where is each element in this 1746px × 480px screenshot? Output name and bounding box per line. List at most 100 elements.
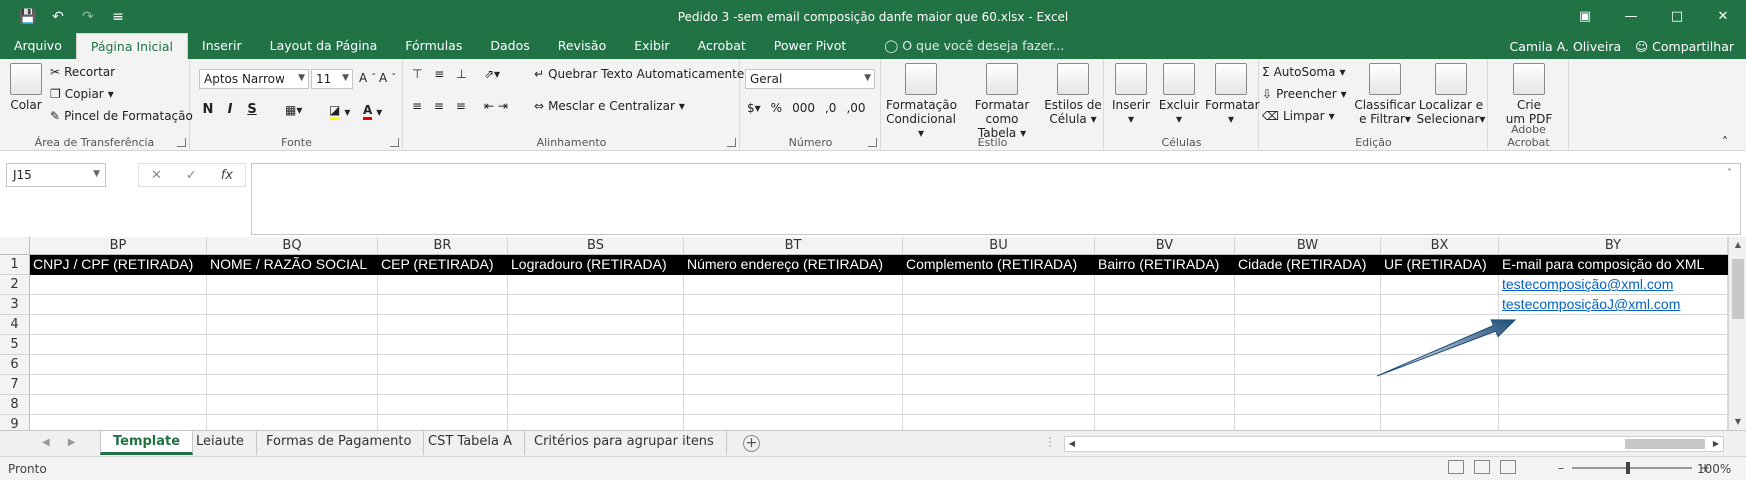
column-header-bs[interactable]: BS: [508, 237, 684, 255]
vertical-align-icons[interactable]: ⊤ ≡ ⊥: [412, 67, 471, 81]
cell-bu4[interactable]: [903, 315, 1095, 335]
column-header-bu[interactable]: BU: [903, 237, 1095, 255]
tab-revisao[interactable]: Revisão: [544, 33, 621, 59]
cell-bu8[interactable]: [903, 395, 1095, 415]
cell-bv8[interactable]: [1095, 395, 1235, 415]
cell-bs4[interactable]: [508, 315, 684, 335]
increase-decimal-icon[interactable]: ,0: [825, 101, 836, 115]
cell-br6[interactable]: [378, 355, 508, 375]
user-name[interactable]: Camila A. Oliveira: [1510, 39, 1622, 54]
font-size-combo[interactable]: 11 ▼: [311, 69, 353, 89]
grow-font-icon[interactable]: Aˆ: [359, 71, 376, 85]
column-header-bx[interactable]: BX: [1381, 237, 1499, 255]
row-header-7[interactable]: 7: [0, 375, 30, 395]
cell-bs7[interactable]: [508, 375, 684, 395]
cell-bt4[interactable]: [684, 315, 903, 335]
cell-bw5[interactable]: [1235, 335, 1381, 355]
cell-bv1[interactable]: Bairro (RETIRADA): [1095, 255, 1235, 275]
fill-button[interactable]: ⇩ Preencher ▾: [1262, 87, 1347, 101]
delete-cells-button[interactable]: Excluir ▾: [1157, 63, 1201, 126]
minimize-icon[interactable]: —: [1608, 0, 1654, 33]
dialog-launcher-icon[interactable]: [177, 138, 186, 147]
cell-by8[interactable]: [1499, 395, 1728, 415]
cell-by4[interactable]: [1499, 315, 1728, 335]
cell-bv3[interactable]: [1095, 295, 1235, 315]
column-header-by[interactable]: BY: [1499, 237, 1728, 255]
cell-bs5[interactable]: [508, 335, 684, 355]
dialog-launcher-icon[interactable]: [727, 138, 736, 147]
tab-dados[interactable]: Dados: [476, 33, 543, 59]
scroll-up-icon[interactable]: ▲: [1729, 237, 1746, 253]
column-header-bv[interactable]: BV: [1095, 237, 1235, 255]
row-header-1[interactable]: 1: [0, 255, 30, 275]
decrease-decimal-icon[interactable]: ,00: [846, 101, 865, 115]
cell-bx2[interactable]: [1381, 275, 1499, 295]
underline-icon[interactable]: S: [243, 102, 261, 117]
format-painter-button[interactable]: ✎ Pincel de Formatação: [50, 109, 193, 123]
cell-bw2[interactable]: [1235, 275, 1381, 295]
dialog-launcher-icon[interactable]: [868, 138, 877, 147]
cell-bq3[interactable]: [207, 295, 378, 315]
next-sheet-icon[interactable]: ▶: [68, 437, 76, 448]
column-header-bt[interactable]: BT: [684, 237, 903, 255]
comma-icon[interactable]: 000: [792, 101, 815, 115]
close-icon[interactable]: ✕: [1700, 0, 1746, 33]
share-button[interactable]: ☺ Compartilhar: [1635, 39, 1734, 54]
cell-bx6[interactable]: [1381, 355, 1499, 375]
tab-exibir[interactable]: Exibir: [620, 33, 683, 59]
cell-bu2[interactable]: [903, 275, 1095, 295]
cell-bv5[interactable]: [1095, 335, 1235, 355]
scroll-left-icon[interactable]: ◀: [1065, 437, 1079, 451]
cell-bt8[interactable]: [684, 395, 903, 415]
collapse-ribbon-icon[interactable]: ˄: [1722, 135, 1728, 149]
number-format-combo[interactable]: Geral ▼: [745, 69, 875, 89]
column-header-bw[interactable]: BW: [1235, 237, 1381, 255]
number-format-buttons[interactable]: $▾% 000 ,0 ,00: [747, 101, 866, 115]
row-header-5[interactable]: 5: [0, 335, 30, 355]
cell-bw3[interactable]: [1235, 295, 1381, 315]
cell-bs3[interactable]: [508, 295, 684, 315]
zoom-out-icon[interactable]: –: [1558, 461, 1564, 475]
cell-bv7[interactable]: [1095, 375, 1235, 395]
column-header-br[interactable]: BR: [378, 237, 508, 255]
cell-bp1[interactable]: CNPJ / CPF (RETIRADA): [30, 255, 207, 275]
cell-bx1[interactable]: UF (RETIRADA): [1381, 255, 1499, 275]
column-header-bp[interactable]: BP: [30, 237, 207, 255]
row-header-4[interactable]: 4: [0, 315, 30, 335]
sheet-tab-template[interactable]: Template: [100, 431, 194, 455]
cell-br4[interactable]: [378, 315, 508, 335]
cell-bq6[interactable]: [207, 355, 378, 375]
scroll-right-icon[interactable]: ▶: [1709, 437, 1723, 451]
currency-icon[interactable]: $▾: [747, 101, 761, 115]
create-pdf-button[interactable]: Crie um PDF: [1495, 63, 1563, 126]
cell-bv6[interactable]: [1095, 355, 1235, 375]
tab-acrobat[interactable]: Acrobat: [684, 33, 760, 59]
format-cells-button[interactable]: Formatar ▾: [1205, 63, 1260, 126]
indent-icons[interactable]: ⇤ ⇥: [484, 99, 508, 113]
cell-by3[interactable]: testecomposiçãoJ@xml.com: [1499, 295, 1728, 315]
paste-button[interactable]: Colar: [8, 63, 44, 112]
cell-styles-button[interactable]: Estilos de Célula ▾: [1044, 63, 1102, 126]
horizontal-scrollbar[interactable]: ◀ ▶: [1064, 436, 1724, 452]
tab-arquivo[interactable]: Arquivo: [0, 33, 76, 59]
name-box[interactable]: J15 ▼: [6, 163, 106, 187]
cell-bv4[interactable]: [1095, 315, 1235, 335]
column-header-bq[interactable]: BQ: [207, 237, 378, 255]
font-color-icon[interactable]: A ▾: [363, 103, 382, 120]
insert-function-icon[interactable]: fx: [221, 168, 233, 183]
row-header-6[interactable]: 6: [0, 355, 30, 375]
cell-bu7[interactable]: [903, 375, 1095, 395]
add-sheet-icon[interactable]: +: [743, 435, 760, 452]
cell-bt2[interactable]: [684, 275, 903, 295]
enter-icon[interactable]: ✓: [186, 168, 197, 183]
scroll-down-icon[interactable]: ▼: [1729, 414, 1746, 430]
cell-bp2[interactable]: [30, 275, 207, 295]
cell-bx3[interactable]: [1381, 295, 1499, 315]
tab-power-pivot[interactable]: Power Pivot: [760, 33, 860, 59]
cancel-icon[interactable]: ✕: [151, 168, 162, 183]
cell-bw8[interactable]: [1235, 395, 1381, 415]
dialog-launcher-icon[interactable]: [390, 138, 399, 147]
cell-bx7[interactable]: [1381, 375, 1499, 395]
italic-icon[interactable]: I: [221, 102, 239, 117]
collapse-formula-bar-icon[interactable]: ˄: [1727, 168, 1732, 179]
